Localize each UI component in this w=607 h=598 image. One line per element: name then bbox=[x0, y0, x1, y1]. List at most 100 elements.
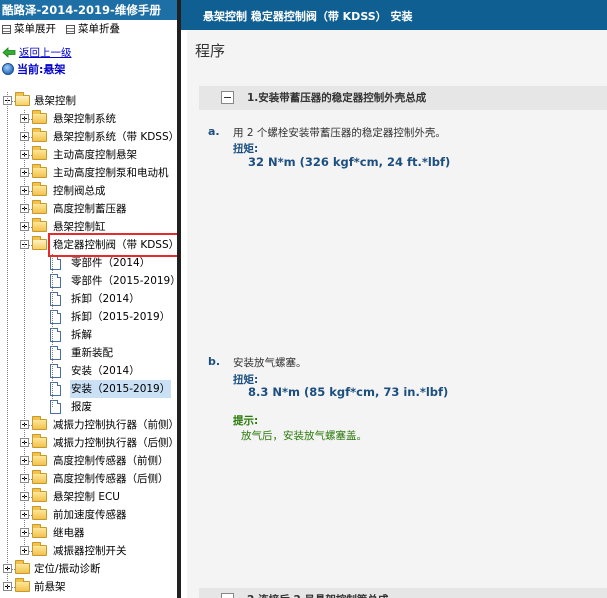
tree-doc-node[interactable]: 拆卸（2014） bbox=[0, 290, 177, 308]
substep-a-torque-value: 32 N*m (326 kgf*cm, 24 ft.*lbf) bbox=[248, 155, 451, 169]
back-row: 返回上一级 bbox=[0, 44, 177, 60]
step-1-header[interactable]: 1.安装带蓄压器的稳定器控制外壳总成 bbox=[199, 86, 607, 110]
tree-node-label[interactable]: 悬架控制系统 bbox=[52, 110, 117, 128]
tree-doc-node[interactable]: 重新装配 bbox=[0, 344, 177, 362]
step-2-header[interactable]: 2.连接后 2 号悬架控制管总成 bbox=[199, 588, 607, 598]
tree-folder-node[interactable]: 悬架控制缸 bbox=[0, 218, 177, 236]
tree-node-label[interactable]: 重新装配 bbox=[70, 344, 114, 362]
section-title: 程序 bbox=[195, 42, 226, 60]
tree-node-label[interactable]: 拆卸（2014） bbox=[70, 290, 141, 308]
tree-folder-node[interactable]: 高度控制蓄压器 bbox=[0, 200, 177, 218]
substep-b-hint-label: 提示: bbox=[233, 415, 259, 427]
tree-folder-node[interactable]: 前悬架 bbox=[0, 578, 177, 596]
folder-open-icon bbox=[15, 92, 30, 106]
expand-all-icon bbox=[2, 24, 11, 34]
tree-doc-node[interactable]: 零部件（2015-2019） bbox=[0, 272, 177, 290]
tree-folder-node[interactable]: 稳定器控制阀（带 KDSS） bbox=[0, 236, 177, 254]
folder-open-icon bbox=[32, 236, 47, 250]
tree-node-label[interactable]: 安装（2014） bbox=[70, 362, 141, 380]
step-2-collapse-button[interactable] bbox=[221, 593, 234, 598]
tree-folder-node[interactable]: 减振力控制执行器（前侧） bbox=[0, 416, 177, 434]
tree-node-label[interactable]: 定位/振动诊断 bbox=[33, 560, 102, 578]
tree-folder-node[interactable]: 定位/振动诊断 bbox=[0, 560, 177, 578]
tree-folder-node[interactable]: 减振器控制开关 bbox=[0, 542, 177, 560]
substep-a-torque-label: 扭矩: bbox=[233, 143, 259, 155]
menu-toolbar: 菜单展开 菜单折叠 bbox=[0, 20, 177, 38]
substep-b-text: 安装放气螺塞。 bbox=[233, 357, 307, 369]
folder-icon bbox=[32, 434, 47, 448]
tree-folder-node[interactable]: 前加速度传感器 bbox=[0, 506, 177, 524]
tree-node-label[interactable]: 安装（2015-2019） bbox=[70, 380, 172, 398]
tree-node-label[interactable]: 零部件（2015-2019） bbox=[70, 272, 177, 290]
tree-folder-node[interactable]: 主动高度控制泵和电动机 bbox=[0, 164, 177, 182]
tree-folder-node[interactable]: 高度控制传感器（后侧） bbox=[0, 470, 177, 488]
tree-doc-node[interactable]: 拆卸（2015-2019） bbox=[0, 308, 177, 326]
current-location: 当前:悬架 bbox=[0, 60, 177, 77]
tree-node-label[interactable]: 主动高度控制悬架 bbox=[52, 146, 138, 164]
tree-node-label[interactable]: 悬架控制系统（带 KDSS） bbox=[52, 128, 177, 146]
tree-folder-node[interactable]: 控制阀总成 bbox=[0, 182, 177, 200]
tree-node-label[interactable]: 减振力控制执行器（后侧） bbox=[52, 434, 177, 452]
tree-node-label[interactable]: 高度控制传感器（后侧） bbox=[52, 470, 170, 488]
tree-node-label[interactable]: 前加速度传感器 bbox=[52, 506, 128, 524]
folder-icon bbox=[15, 560, 30, 574]
folder-icon bbox=[32, 452, 47, 466]
substep-b-torque-value: 8.3 N*m (85 kgf*cm, 73 in.*lbf) bbox=[248, 385, 449, 399]
tree-node-label[interactable]: 拆解 bbox=[70, 326, 93, 344]
tree-folder-node[interactable]: 悬架控制 bbox=[0, 92, 177, 110]
substep-a-text: 用 2 个螺栓安装带蓄压器的稳定器控制外壳。 bbox=[233, 127, 446, 139]
tree-doc-node[interactable]: 零部件（2014） bbox=[0, 254, 177, 272]
tree-node-label[interactable]: 减振力控制执行器（前侧） bbox=[52, 416, 177, 434]
procedure-content: 程序 1.安装带蓄压器的稳定器控制外壳总成 a. 用 2 个螺栓安装带蓄压器的稳… bbox=[187, 30, 607, 598]
tree-node-label[interactable]: 拆卸（2015-2019） bbox=[70, 308, 171, 326]
tree-folder-node[interactable]: 悬架控制 ECU bbox=[0, 488, 177, 506]
tree-node-label[interactable]: 悬架控制 ECU bbox=[52, 488, 121, 506]
folder-icon bbox=[32, 200, 47, 214]
tree-folder-node[interactable]: 主动高度控制悬架 bbox=[0, 146, 177, 164]
menu-collapse-button[interactable]: 菜单折叠 bbox=[66, 20, 120, 38]
folder-icon bbox=[32, 470, 47, 484]
folder-icon bbox=[32, 128, 47, 142]
navigation-pane: 酷路泽-2014-2019-维修手册 菜单展开 菜单折叠 返回上一级 当前:悬架… bbox=[0, 0, 177, 598]
menu-expand-button[interactable]: 菜单展开 bbox=[2, 20, 56, 38]
folder-icon bbox=[32, 542, 47, 556]
substep-a-letter: a. bbox=[208, 125, 220, 138]
tree-doc-node[interactable]: 安装（2014） bbox=[0, 362, 177, 380]
tree-node-label[interactable]: 前悬架 bbox=[33, 578, 67, 596]
tree-guide-line bbox=[24, 110, 25, 551]
folder-icon bbox=[32, 164, 47, 178]
tree-folder-node[interactable]: 减振力控制执行器（后侧） bbox=[0, 434, 177, 452]
step-2-title: 2.连接后 2 号悬架控制管总成 bbox=[247, 588, 388, 598]
tree-node-label[interactable]: 悬架控制 bbox=[33, 92, 77, 110]
tree-node-label[interactable]: 主动高度控制泵和电动机 bbox=[52, 164, 170, 182]
tree-doc-node[interactable]: 报废 bbox=[0, 398, 177, 416]
back-link[interactable]: 返回上一级 bbox=[19, 45, 72, 60]
tree-node-label[interactable]: 高度控制蓄压器 bbox=[52, 200, 128, 218]
tree-node-label[interactable]: 零部件（2014） bbox=[70, 254, 151, 272]
folder-icon bbox=[32, 218, 47, 232]
tree-node-label[interactable]: 悬架控制缸 bbox=[52, 218, 107, 236]
tree-guide-line bbox=[52, 254, 53, 407]
folder-icon bbox=[32, 146, 47, 160]
tree-doc-node[interactable]: 拆解 bbox=[0, 326, 177, 344]
tree-node-label[interactable]: 减振器控制开关 bbox=[52, 542, 128, 560]
step-1-collapse-button[interactable] bbox=[221, 91, 234, 104]
tree-node-label[interactable]: 控制阀总成 bbox=[52, 182, 107, 200]
folder-icon bbox=[15, 578, 30, 592]
tree-folder-node[interactable]: 高度控制传感器（前侧） bbox=[0, 452, 177, 470]
tree-node-label[interactable]: 继电器 bbox=[52, 524, 86, 542]
tree-node-label[interactable]: 稳定器控制阀（带 KDSS） bbox=[52, 236, 177, 254]
tree-folder-node[interactable]: 悬架控制系统（带 KDSS） bbox=[0, 128, 177, 146]
tree-node-label[interactable]: 报废 bbox=[70, 398, 93, 416]
tree-guide-line bbox=[7, 92, 8, 587]
tree-folder-node[interactable]: 继电器 bbox=[0, 524, 177, 542]
collapse-all-icon bbox=[66, 24, 75, 34]
step-1-title: 1.安装带蓄压器的稳定器控制外壳总成 bbox=[247, 92, 427, 104]
folder-icon bbox=[32, 110, 47, 124]
tree-doc-node[interactable]: 安装（2015-2019） bbox=[0, 380, 177, 398]
menu-expand-label: 菜单展开 bbox=[14, 23, 56, 35]
tree-folder-node[interactable]: 悬架控制系统 bbox=[0, 110, 177, 128]
content-pane: 悬架控制 稳定器控制阀（带 KDSS） 安装 程序 1.安装带蓄压器的稳定器控制… bbox=[181, 0, 607, 598]
folder-icon bbox=[32, 506, 47, 520]
tree-node-label[interactable]: 高度控制传感器（前侧） bbox=[52, 452, 170, 470]
